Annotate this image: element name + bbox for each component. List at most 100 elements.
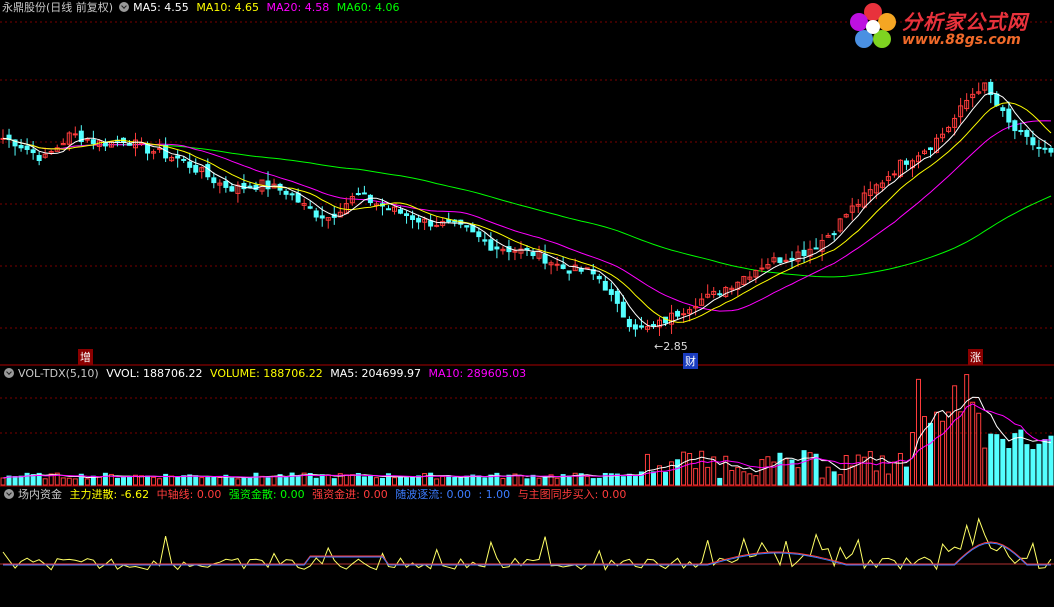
volume-bar-down bbox=[428, 472, 434, 486]
volume-bar-up bbox=[873, 470, 879, 486]
candle-down bbox=[777, 257, 783, 263]
candle-up bbox=[72, 133, 78, 136]
candle-down bbox=[1036, 146, 1042, 149]
candle-down bbox=[813, 247, 819, 250]
volume-bar-up bbox=[885, 473, 891, 486]
candle-down bbox=[620, 301, 626, 318]
candle-down bbox=[831, 233, 837, 236]
volume-bar-up bbox=[946, 411, 952, 486]
volume-bar-down bbox=[1000, 438, 1006, 486]
candle-down bbox=[193, 164, 199, 173]
ma5-label: MA5: 4.55 bbox=[133, 1, 189, 14]
volume-bar-down bbox=[193, 475, 199, 486]
candle-down bbox=[542, 253, 548, 264]
volume-bar-up bbox=[422, 473, 428, 486]
logo-title: 分析家公式网 bbox=[902, 10, 1028, 34]
ma20-label: MA20: 4.58 bbox=[266, 1, 330, 14]
volume-bar-down bbox=[1036, 443, 1042, 486]
volume-bar-down bbox=[831, 471, 837, 486]
candle-down bbox=[24, 145, 30, 150]
candle-down bbox=[596, 275, 602, 280]
volume-bar-down bbox=[18, 475, 24, 486]
volume-bar-up bbox=[891, 461, 897, 486]
volume-bar-down bbox=[120, 476, 126, 486]
site-logo: 分析家公式网 www.88gs.com bbox=[848, 2, 1048, 54]
qzjj-label: 强资金进: 0.00 bbox=[312, 488, 388, 501]
candle-down bbox=[650, 324, 656, 327]
volume-bar-down bbox=[12, 476, 18, 486]
volume-bar-up bbox=[705, 466, 711, 486]
ma60-path bbox=[2, 137, 1052, 278]
candle-down bbox=[90, 139, 96, 145]
candle-down bbox=[283, 190, 289, 195]
volume-bar-up bbox=[819, 477, 825, 486]
volume-bar-down bbox=[464, 475, 470, 486]
candle-down bbox=[524, 248, 530, 251]
volume-bar-down bbox=[331, 478, 337, 486]
ma5-line bbox=[2, 92, 1052, 328]
candle-down bbox=[205, 164, 211, 178]
volume-bar-down bbox=[1006, 448, 1012, 486]
volume-bar-up bbox=[235, 478, 241, 486]
vvol-label: VVOL: 188706.22 bbox=[106, 367, 203, 380]
volume-bar-up bbox=[0, 477, 6, 486]
volume-bar-up bbox=[783, 458, 789, 486]
volume-bar-down bbox=[126, 476, 132, 486]
volume-bar-up bbox=[343, 474, 349, 486]
candle-down bbox=[638, 325, 644, 328]
candle-down bbox=[717, 293, 723, 296]
volume-bar-up bbox=[217, 476, 223, 486]
candle-down bbox=[1048, 147, 1054, 153]
flower-logo-icon bbox=[850, 3, 896, 48]
volume-bar-down bbox=[1012, 433, 1018, 486]
volume-bar-down bbox=[458, 477, 464, 486]
volume-bar-down bbox=[1018, 429, 1024, 486]
volume-bar-down bbox=[602, 472, 608, 486]
candle-down bbox=[18, 145, 24, 149]
volume-bar-up bbox=[373, 477, 379, 486]
candle-up bbox=[554, 263, 560, 266]
main-chart-header: 永鼎股份(日线 前复权) MA5: 4.55 MA10: 4.65 MA20: 4… bbox=[2, 1, 403, 15]
candle-down bbox=[1024, 130, 1030, 137]
candle-up bbox=[891, 173, 897, 176]
candle-down bbox=[1030, 137, 1036, 146]
candle-down bbox=[928, 147, 934, 151]
candle-down bbox=[464, 225, 470, 228]
candle-down bbox=[482, 239, 488, 242]
volume-bar-up bbox=[554, 477, 560, 486]
indicator-name: 场内资金 bbox=[18, 488, 62, 501]
candle-down bbox=[211, 177, 217, 184]
options-icon[interactable] bbox=[119, 2, 130, 12]
indicator-lines bbox=[2, 517, 1052, 571]
candle-down bbox=[1018, 130, 1024, 133]
volume-bar-up bbox=[699, 450, 705, 486]
candle-down bbox=[428, 220, 434, 227]
candle-down bbox=[181, 158, 187, 161]
qzjs-label: 强资金散: 0.00 bbox=[228, 488, 305, 501]
candle-down bbox=[398, 209, 404, 214]
stock-chart[interactable] bbox=[0, 0, 1054, 607]
candle-down bbox=[994, 93, 1000, 106]
volume-bar-down bbox=[367, 475, 373, 486]
candle-down bbox=[626, 318, 632, 328]
volume-bar-down bbox=[620, 476, 626, 486]
volume-bar-down bbox=[410, 476, 416, 486]
volume-bar-down bbox=[241, 477, 247, 486]
zzx-label: 中轴线: 0.00 bbox=[156, 488, 222, 501]
volume-bar-down bbox=[566, 475, 572, 486]
volume-bar-up bbox=[96, 476, 102, 486]
volume-bar-up bbox=[729, 469, 735, 486]
volume-bar-up bbox=[897, 452, 903, 486]
volume-bar-down bbox=[626, 473, 632, 486]
indicator-options-icon[interactable] bbox=[4, 489, 14, 499]
volume-bar-down bbox=[229, 477, 235, 486]
candle-down bbox=[789, 257, 795, 261]
volume-header: VOL-TDX(5,10) VVOL: 188706.22 VOLUME: 18… bbox=[2, 367, 530, 381]
volume-bar-up bbox=[922, 416, 928, 486]
volume-options-icon[interactable] bbox=[4, 368, 14, 378]
candle-down bbox=[361, 192, 367, 195]
volume-bar-down bbox=[295, 475, 301, 486]
volume-bar-down bbox=[903, 466, 909, 486]
volume-bar-down bbox=[524, 478, 530, 486]
volume-bar-up bbox=[157, 478, 163, 486]
